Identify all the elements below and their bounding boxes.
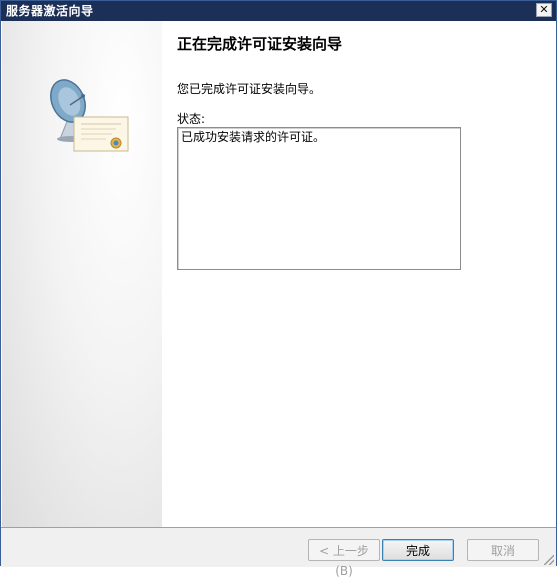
back-button[interactable]: < 上一步(B) (308, 539, 380, 578)
close-icon: ✕ (539, 3, 549, 16)
status-label: 状态: (177, 112, 206, 126)
wizard-window: 服务器激活向导 ✕ 正在完成许可证安装向导 您已完成许可证安装向导。 状态: 已… (0, 0, 557, 578)
window-title: 服务器激活向导 (6, 4, 94, 18)
status-text: 已成功安装请求的许可证。 (181, 130, 326, 144)
page-description: 您已完成许可证安装向导。 (177, 82, 322, 96)
resize-grip[interactable] (544, 555, 554, 565)
title-bar[interactable]: 服务器激活向导 ✕ (1, 1, 556, 21)
status-textbox[interactable]: 已成功安装请求的许可证。 (177, 127, 461, 270)
page-heading: 正在完成许可证安装向导 (177, 35, 343, 53)
cancel-button[interactable]: 取消 (467, 539, 539, 561)
button-bar: < 上一步(B) 完成 取消 (1, 527, 556, 578)
finish-button[interactable]: 完成 (382, 539, 454, 561)
wizard-side-panel (2, 21, 162, 527)
satellite-dish-certificate-icon (50, 79, 129, 152)
close-button[interactable]: ✕ (536, 3, 552, 17)
